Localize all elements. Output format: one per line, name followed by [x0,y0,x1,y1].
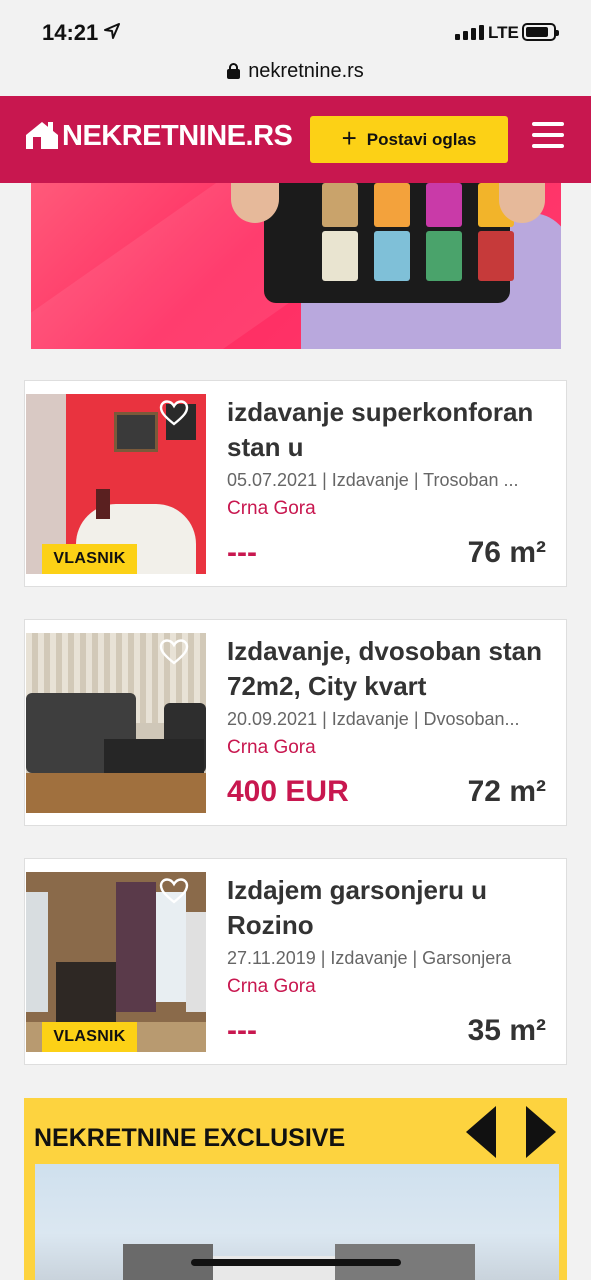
lock-icon [227,63,241,79]
listing-title[interactable]: Izdajem garsonjeru u Rozino [227,873,547,943]
menu-icon[interactable] [532,122,564,148]
listing-location: Crna Gora [227,976,316,997]
listing-location: Crna Gora [227,498,316,519]
listing-card[interactable]: VLASNIK Izdajem garsonjeru u Rozino 27.1… [24,858,567,1065]
listing-card[interactable]: Izdavanje, dvosoban stan 72m2, City kvar… [24,619,567,826]
location-arrow-icon [104,23,120,39]
arrow-left-icon[interactable] [466,1106,496,1158]
listing-title[interactable]: izdavanje superkonforan stan u [227,395,547,465]
listing-price: --- [227,536,257,569]
listing-meta: 05.07.2021 | Izdavanje | Trosoban ... [227,470,519,490]
site-header: NEKRETNINE.RS + Postavi oglas [0,96,591,183]
listing-area: 72 m² [467,775,546,808]
listing-meta: 27.11.2019 | Izdavanje | Garsonjera [227,948,512,968]
listing-photo[interactable] [26,633,206,813]
network-label: LTE [488,23,519,42]
signal-icon [455,24,484,40]
listing-area: 76 m² [467,536,546,569]
logo-house-icon [26,122,58,149]
arrow-right-icon[interactable] [526,1106,556,1158]
post-ad-button[interactable]: + Postavi oglas [310,116,508,163]
ad-banner-area [0,183,591,349]
site-logo[interactable]: NEKRETNINE.RS [24,118,293,154]
listing-title[interactable]: Izdavanje, dvosoban stan 72m2, City kvar… [227,634,547,704]
banner-tablet-image [264,183,514,303]
heart-icon[interactable] [159,877,189,905]
listing-photo[interactable]: VLASNIK [26,394,206,574]
heart-icon[interactable] [159,399,189,427]
owner-badge: VLASNIK [42,1022,137,1052]
url-text[interactable]: nekretnine.rs [248,60,364,83]
heart-icon[interactable] [159,638,189,666]
ad-banner[interactable] [31,183,561,349]
listing-photo[interactable]: VLASNIK [26,872,206,1052]
status-time: 14:21 [42,20,99,45]
post-ad-label: Postavi oglas [366,129,477,149]
home-indicator[interactable] [191,1259,401,1266]
exclusive-title: NEKRETNINE EXCLUSIVE [34,1124,346,1152]
logo-text: NEKRETNINE.RS [62,119,293,152]
owner-badge: VLASNIK [42,544,137,574]
status-bar: 14:21 LTE [0,0,591,50]
listing-meta: 20.09.2021 | Izdavanje | Dvosoban... [227,709,520,729]
browser-url-bar[interactable]: nekretnine.rs [0,50,591,96]
plus-icon: + [341,123,357,153]
listing-card[interactable]: VLASNIK izdavanje superkonforan stan u 0… [24,380,567,587]
listing-location: Crna Gora [227,737,316,758]
battery-icon [522,23,559,41]
exclusive-section: NEKRETNINE EXCLUSIVE [24,1098,567,1280]
listing-area: 35 m² [467,1014,546,1047]
listing-price: 400 EUR [227,775,349,808]
listing-price: --- [227,1014,257,1047]
